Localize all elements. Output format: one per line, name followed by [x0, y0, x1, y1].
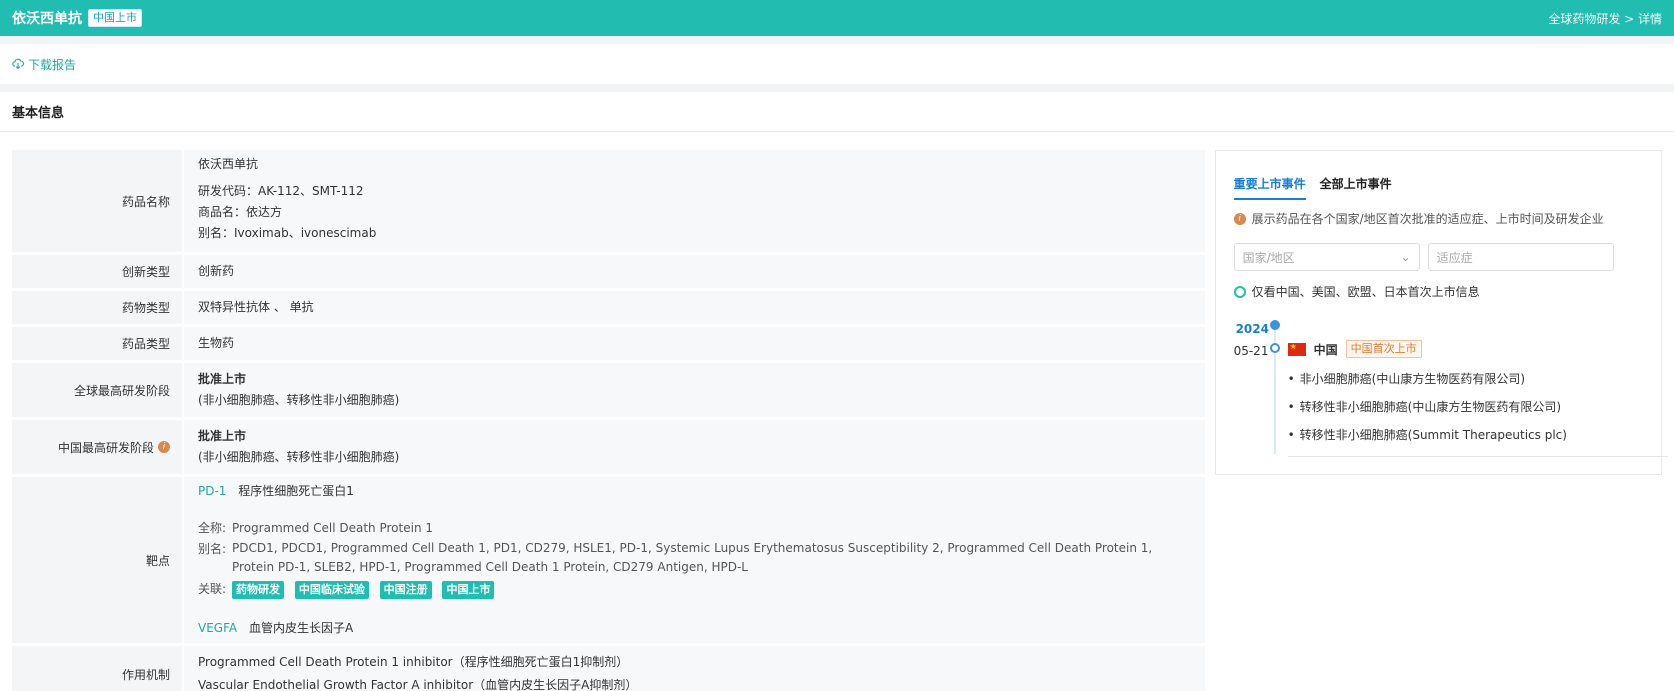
- target-pd1-link[interactable]: PD-1: [198, 484, 226, 498]
- chevron-down-icon: ⌄: [1400, 250, 1411, 264]
- download-report-label: 下载报告: [28, 57, 77, 72]
- dev-code-value: 研发代码：AK-112、SMT-112: [198, 184, 364, 198]
- row-drug-name: 药品名称 依沃西单抗 研发代码：AK-112、SMT-112 商品名：依达方 别…: [12, 150, 1205, 252]
- tag-china-trial[interactable]: 中国临床试验: [294, 581, 369, 599]
- row-global-stage: 全球最高研发阶段 批准上市 (非小细胞肺癌、转移性非小细胞肺癌): [12, 363, 1205, 417]
- event-item: 转移性非小细胞肺癌(Summit Therapeutics plc): [1288, 426, 1567, 443]
- innovation-value: 创新药: [184, 255, 1205, 288]
- status-badge: 中国上市: [88, 9, 142, 27]
- tab-key-events[interactable]: 重要上市事件: [1233, 175, 1306, 200]
- row-target: 靶点 PD-1 程序性细胞死亡蛋白1 全称: Programmed Cell De…: [12, 477, 1205, 643]
- download-report-button[interactable]: 下载报告: [12, 56, 76, 73]
- row-drug-type: 药物类型 双特异性抗体 、 单抗: [12, 291, 1205, 324]
- target-pd1-aliases: PDCD1, PDCD1, Programmed Cell Death 1, P…: [232, 541, 1153, 574]
- row-china-stage: 中国最高研发阶段 i 批准上市 (非小细胞肺癌、转移性非小细胞肺癌): [12, 420, 1205, 474]
- label-product-type: 药品类型: [12, 327, 182, 360]
- global-stage-indications: (非小细胞肺癌、转移性非小细胞肺癌): [198, 393, 400, 407]
- tag-drug-rd[interactable]: 药物研发: [232, 581, 284, 599]
- row-product-type: 药品类型 生物药: [12, 327, 1205, 360]
- label-drug-name: 药品名称: [12, 150, 182, 252]
- breadcrumb[interactable]: 全球药物研发 > 详情: [1548, 10, 1662, 27]
- year-dot-icon: [1269, 320, 1280, 330]
- timeline: 2024 05-21 中国 中国首次上市 非小细胞肺癌(中山康方生物医药有限公司…: [1233, 318, 1668, 458]
- tag-china-launch[interactable]: 中国上市: [442, 581, 495, 599]
- label-target: 靶点: [12, 477, 182, 643]
- event-item: 非小细胞肺癌(中山康方生物医药有限公司): [1288, 370, 1567, 387]
- tab-all-events[interactable]: 全部上市事件: [1320, 175, 1392, 200]
- event-dot-icon: [1269, 343, 1280, 353]
- alias-value: 别名：Ivoximab、ivonescimab: [198, 226, 377, 240]
- indication-placeholder: 适应症: [1436, 250, 1473, 265]
- info-icon[interactable]: i: [158, 441, 170, 453]
- info-table: 药品名称 依沃西单抗 研发代码：AK-112、SMT-112 商品名：依达方 别…: [12, 150, 1205, 691]
- row-mechanism: 作用机制 Programmed Cell Death Protein 1 inh…: [12, 646, 1205, 691]
- toolbar: 下载报告: [0, 44, 1674, 84]
- label-innovation: 创新类型: [12, 255, 182, 288]
- first-launch-badge: 中国首次上市: [1345, 340, 1422, 358]
- target-vegfa-link[interactable]: VEGFA: [198, 621, 237, 635]
- major-markets-radio[interactable]: [1233, 285, 1246, 298]
- china-stage-indications: (非小细胞肺癌、转移性非小细胞肺癌): [198, 450, 400, 464]
- panel-note: 展示药品在各个国家/地区首次批准的适应症、上市时间及研发企业: [1251, 212, 1604, 226]
- basic-info-section: 基本信息 药品名称 依沃西单抗 研发代码：AK-112、SMT-112 商品名：…: [0, 92, 1674, 691]
- drug-name-value: 依沃西单抗: [198, 157, 259, 171]
- event-country: 中国: [1313, 342, 1338, 357]
- top-bar: 依沃西单抗 中国上市 全球药物研发 > 详情: [0, 0, 1674, 36]
- info-icon: i: [1233, 212, 1246, 225]
- divider: [1287, 456, 1668, 457]
- mechanism-1: Programmed Cell Death Protein 1 inhibito…: [198, 655, 629, 669]
- label-global-stage: 全球最高研发阶段: [12, 363, 182, 417]
- launch-events-panel: 重要上市事件 全部上市事件 i 展示药品在各个国家/地区首次批准的适应症、上市时…: [1214, 150, 1668, 475]
- timeline-date: 05-21: [1233, 344, 1269, 358]
- section-title: 基本信息: [0, 92, 1674, 132]
- cloud-download-icon: [12, 58, 24, 70]
- country-placeholder: 国家/地区: [1242, 250, 1295, 265]
- target-vegfa-name: 血管内皮生长因子A: [248, 621, 354, 635]
- tag-china-registration[interactable]: 中国注册: [379, 581, 432, 599]
- target-pd1-name: 程序性细胞死亡蛋白1: [238, 484, 354, 498]
- fullname-key: 全称:: [198, 521, 227, 535]
- china-flag-icon: [1287, 342, 1306, 356]
- drug-type-value: 双特异性抗体 、 单抗: [184, 291, 1205, 324]
- country-select[interactable]: 国家/地区 ⌄: [1233, 243, 1420, 271]
- mechanism-2: Vascular Endothelial Growth Factor A inh…: [198, 678, 638, 691]
- row-innovation: 创新类型 创新药: [12, 255, 1205, 288]
- drug-title: 依沃西单抗: [12, 11, 82, 27]
- event-item: 转移性非小细胞肺癌(中山康方生物医药有限公司): [1288, 398, 1567, 415]
- global-stage-value: 批准上市: [198, 372, 247, 386]
- label-mechanism: 作用机制: [12, 646, 182, 691]
- alias-key: 别名:: [198, 542, 227, 556]
- trade-name-value: 商品名：依达方: [198, 205, 283, 219]
- target-pd1-fullname: Programmed Cell Death Protein 1: [232, 521, 433, 535]
- china-stage-value: 批准上市: [198, 429, 247, 443]
- label-china-stage: 中国最高研发阶段: [57, 440, 154, 455]
- related-key: 关联:: [198, 582, 227, 596]
- product-type-value: 生物药: [184, 327, 1205, 360]
- timeline-year: 2024: [1235, 322, 1269, 336]
- radio-label: 仅看中国、美国、欧盟、日本首次上市信息: [1251, 285, 1480, 299]
- label-drug-type: 药物类型: [12, 291, 182, 324]
- indication-input[interactable]: 适应症: [1427, 243, 1614, 271]
